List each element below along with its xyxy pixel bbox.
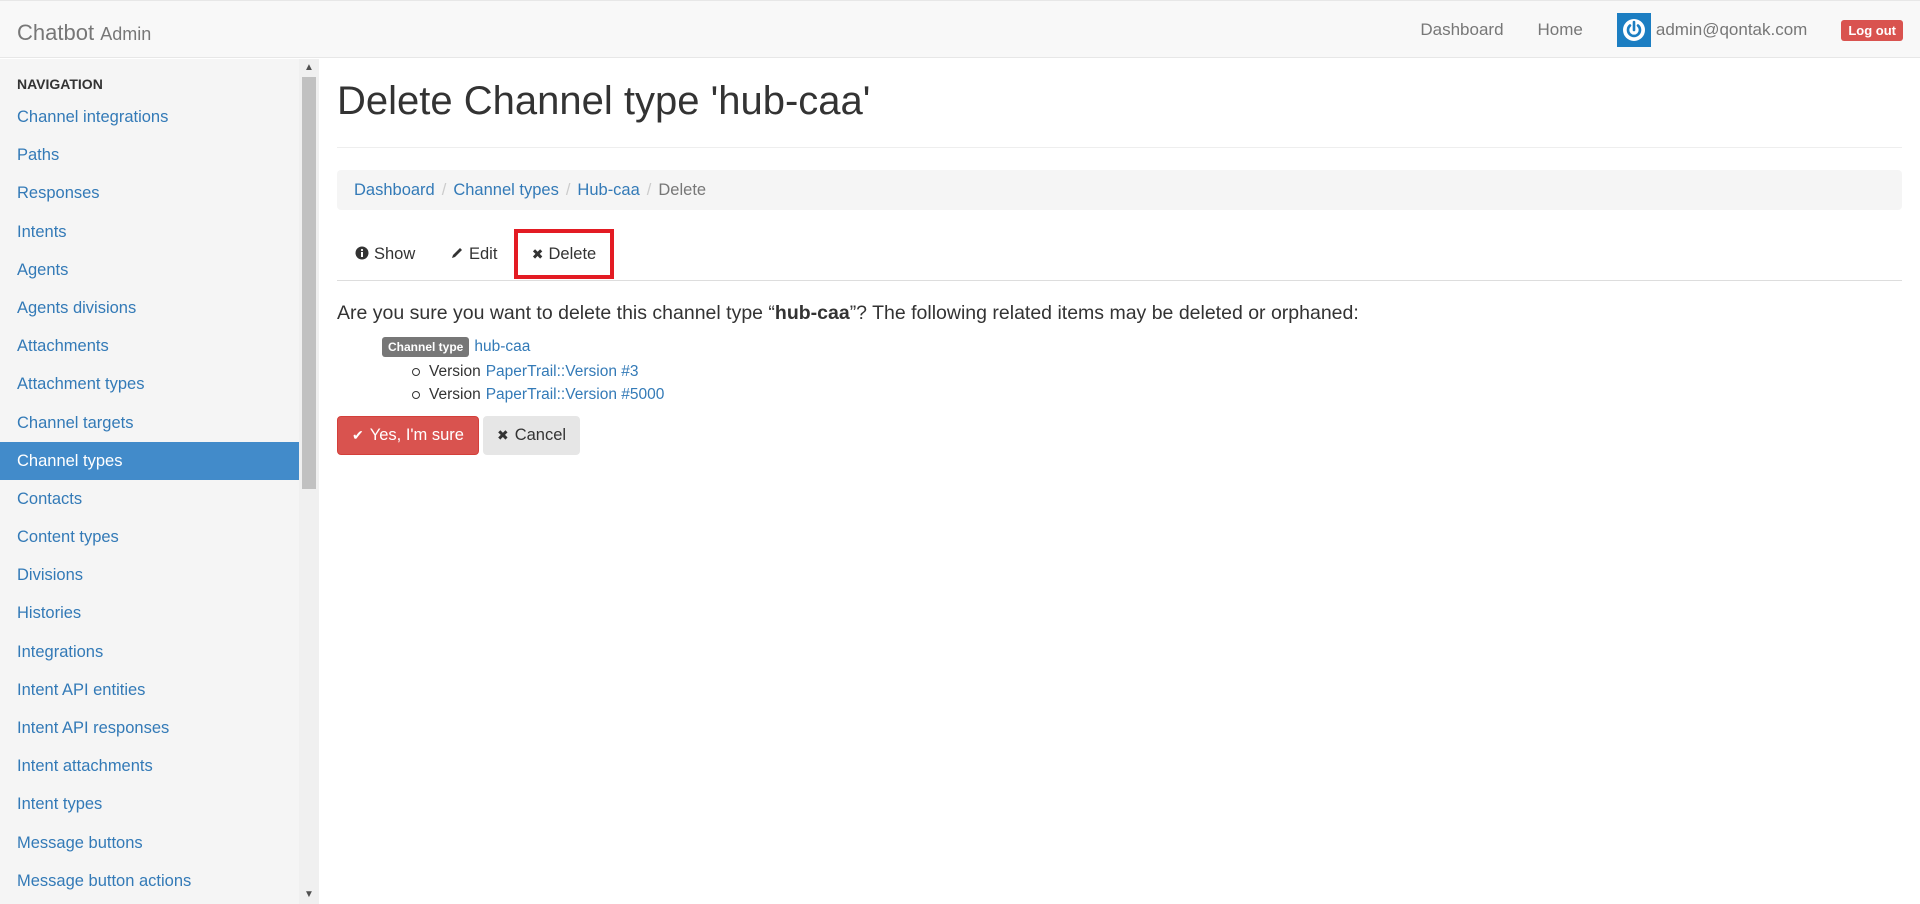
logout-button[interactable]: Log out xyxy=(1841,19,1903,41)
confirm-message: Are you sure you want to delete this cha… xyxy=(337,302,1359,325)
info-circle-icon xyxy=(355,246,369,263)
tab-show[interactable]: Show xyxy=(355,229,415,279)
sidebar-item-histories[interactable]: Histories xyxy=(0,594,299,632)
pencil-icon xyxy=(450,246,464,263)
top-navbar: Chatbot Admin Dashboard Home admin@qonta… xyxy=(0,0,1920,58)
breadcrumb-dashboard[interactable]: Dashboard xyxy=(354,181,435,200)
sidebar-item-channel-integrations[interactable]: Channel integrations xyxy=(0,98,299,136)
breadcrumb-separator: / xyxy=(565,180,571,199)
confirm-message-name: hub-caa xyxy=(774,302,850,324)
scroll-up-arrow-icon[interactable]: ▲ xyxy=(299,59,319,77)
sidebar-item-agents[interactable]: Agents xyxy=(0,251,299,289)
sidebar-item-contacts[interactable]: Contacts xyxy=(0,480,299,518)
user-menu[interactable]: admin@qontak.com xyxy=(1616,13,1808,47)
breadcrumb-delete: Delete xyxy=(658,180,707,199)
sidebar-item-intent-api-responses[interactable]: Intent API responses xyxy=(0,709,299,747)
tab-edit[interactable]: Edit xyxy=(450,229,497,279)
sidebar-scrollbar[interactable]: ▲ ▼ xyxy=(299,59,319,904)
confirm-message-after: ”? The following related items may be de… xyxy=(849,302,1359,324)
sidebar: NAVIGATION Channel integrations Paths Re… xyxy=(0,59,299,904)
action-tabs: Show Edit ✖ Delete xyxy=(337,229,1902,281)
navbar-right: Dashboard Home admin@qontak.com Log out xyxy=(1420,1,1920,59)
tab-delete[interactable]: ✖ Delete xyxy=(514,229,614,279)
confirm-delete-label: Yes, I'm sure xyxy=(369,426,464,444)
channel-type-badge: Channel type xyxy=(382,337,470,357)
tab-show-label: Show xyxy=(374,244,416,263)
sidebar-item-message-buttons[interactable]: Message buttons xyxy=(0,824,299,862)
check-icon: ✔ xyxy=(352,427,364,443)
sidebar-item-responses[interactable]: Responses xyxy=(0,174,299,212)
sidebar-item-integrations[interactable]: Integrations xyxy=(0,633,299,671)
sidebar-list: Channel integrations Paths Responses Int… xyxy=(0,98,299,900)
sidebar-item-message-button-actions[interactable]: Message button actions xyxy=(0,862,299,900)
sidebar-item-intent-types[interactable]: Intent types xyxy=(0,785,299,823)
avatar xyxy=(1616,13,1651,47)
related-child-prefix: Version xyxy=(429,363,481,380)
page-title: Delete Channel type 'hub-caa' xyxy=(337,79,871,123)
related-items: Channel type hub-caa Version PaperTrail:… xyxy=(382,337,664,406)
user-email: admin@qontak.com xyxy=(1655,20,1808,39)
breadcrumb-separator: / xyxy=(441,180,447,199)
sidebar-item-channel-types[interactable]: Channel types xyxy=(0,441,299,480)
form-actions: ✔ Yes, I'm sure ✖ Cancel xyxy=(337,416,581,455)
sidebar-item-intent-api-entities[interactable]: Intent API entities xyxy=(0,671,299,709)
sidebar-item-divisions[interactable]: Divisions xyxy=(0,556,299,594)
related-child-link[interactable]: PaperTrail::Version #5000 xyxy=(486,383,665,406)
cancel-label: Cancel xyxy=(514,426,567,444)
sidebar-item-channel-targets[interactable]: Channel targets xyxy=(0,404,299,442)
related-root-item: Channel type hub-caa xyxy=(382,337,664,357)
nav-home-link[interactable]: Home xyxy=(1538,20,1583,40)
related-child-item: Version PaperTrail::Version #5000 xyxy=(412,383,664,406)
breadcrumb: Dashboard / Channel types / Hub-caa / De… xyxy=(337,170,1902,210)
related-root-link[interactable]: hub-caa xyxy=(474,338,530,356)
close-icon: ✖ xyxy=(531,245,544,262)
related-children: Version PaperTrail::Version #3 Version P… xyxy=(412,360,664,406)
nav-dashboard-link[interactable]: Dashboard xyxy=(1420,20,1503,40)
sidebar-item-attachment-types[interactable]: Attachment types xyxy=(0,365,299,403)
brand[interactable]: Chatbot Admin xyxy=(17,20,151,46)
sidebar-item-intents[interactable]: Intents xyxy=(0,213,299,251)
breadcrumb-separator: / xyxy=(646,180,652,199)
tab-delete-label: Delete xyxy=(548,244,597,263)
sidebar-item-attachments[interactable]: Attachments xyxy=(0,327,299,365)
close-icon: ✖ xyxy=(496,427,509,443)
sidebar-item-agents-divisions[interactable]: Agents divisions xyxy=(0,289,299,327)
sidebar-item-paths[interactable]: Paths xyxy=(0,136,299,174)
sidebar-item-intent-attachments[interactable]: Intent attachments xyxy=(0,747,299,785)
brand-subtitle: Admin xyxy=(100,24,152,44)
nav-heading: NAVIGATION xyxy=(17,76,103,92)
confirm-message-before: Are you sure you want to delete this cha… xyxy=(337,302,775,324)
related-child-prefix: Version xyxy=(429,386,481,403)
power-icon xyxy=(1622,19,1645,41)
bullet-circle-icon xyxy=(412,390,420,399)
related-child-link[interactable]: PaperTrail::Version #3 xyxy=(486,360,639,383)
tab-edit-label: Edit xyxy=(469,244,498,263)
breadcrumb-channel-types[interactable]: Channel types xyxy=(453,181,559,200)
breadcrumb-hub-caa[interactable]: Hub-caa xyxy=(577,181,639,200)
related-child-item: Version PaperTrail::Version #3 xyxy=(412,360,664,383)
scroll-down-arrow-icon[interactable]: ▼ xyxy=(299,886,319,904)
cancel-button[interactable]: ✖ Cancel xyxy=(482,416,581,455)
bullet-circle-icon xyxy=(412,367,420,376)
confirm-delete-button[interactable]: ✔ Yes, I'm sure xyxy=(337,416,479,455)
brand-title: Chatbot xyxy=(17,20,95,45)
sidebar-item-content-types[interactable]: Content types xyxy=(0,518,299,556)
title-divider xyxy=(337,147,1902,148)
scrollbar-thumb[interactable] xyxy=(302,77,316,489)
